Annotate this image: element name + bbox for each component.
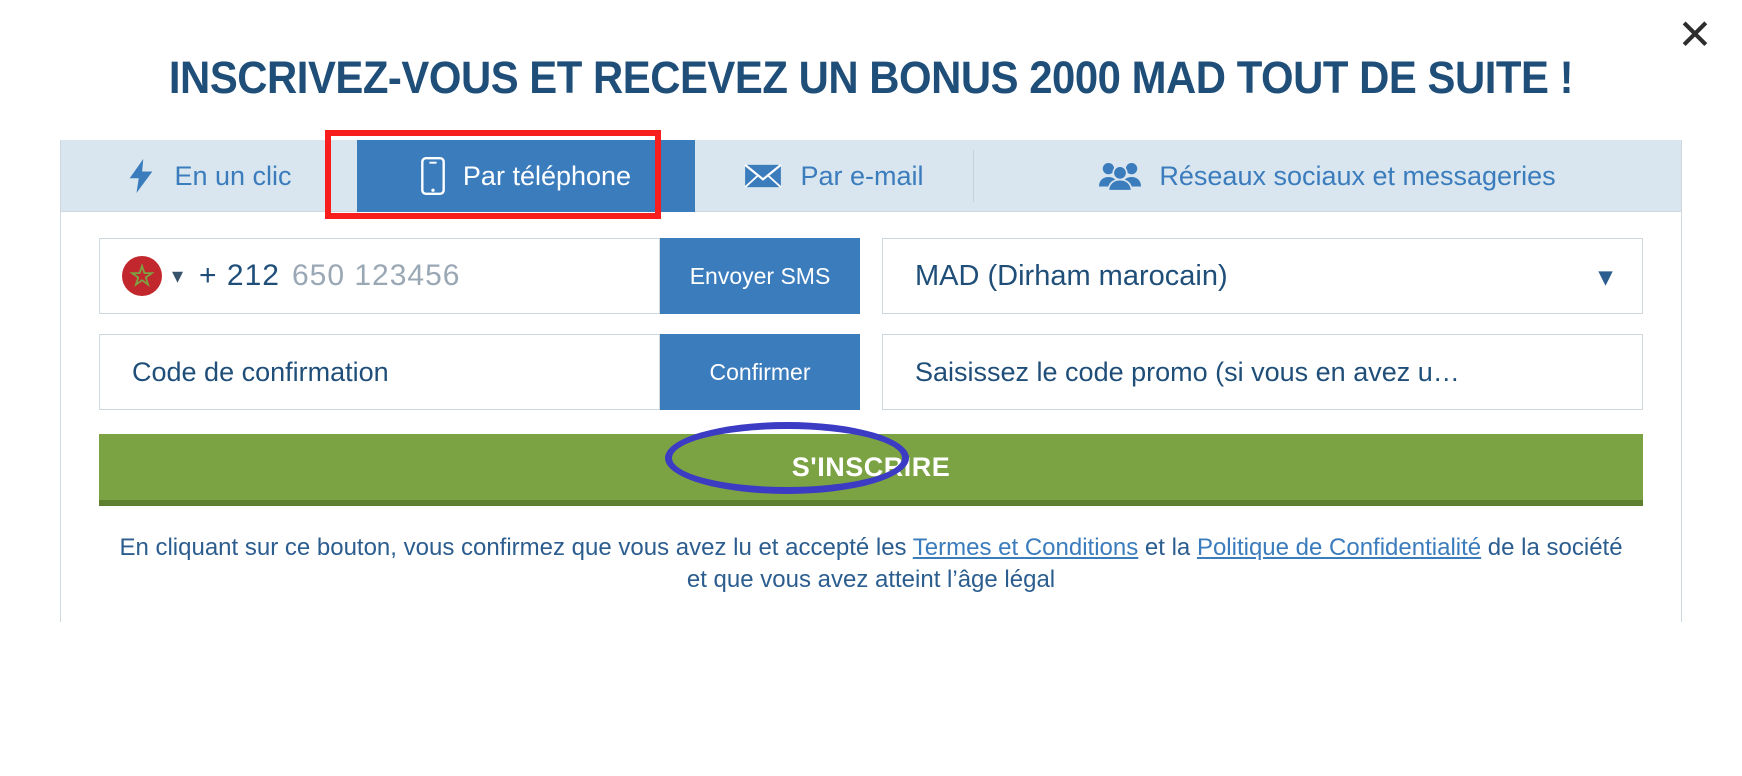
chevron-down-icon[interactable]: ▾ [1599, 263, 1612, 289]
morocco-flag-icon [122, 256, 162, 296]
confirmation-code-placeholder: Code de confirmation [132, 356, 389, 387]
promo-group: Saisissez le code promo (si vous en avez… [882, 334, 1643, 410]
register-button[interactable]: S'INSCRIRE [99, 434, 1643, 506]
registration-form: ▾ + 212 650 123456 Envoyer SMS MAD (Dirh… [61, 212, 1681, 410]
terms-and-conditions-link[interactable]: Termes et Conditions [913, 534, 1138, 561]
tab-one-click[interactable]: En un clic [61, 140, 357, 212]
tab-by-email-label: Par e-mail [800, 160, 924, 191]
confirm-button[interactable]: Confirmer [660, 334, 860, 410]
page-title: INSCRIVEZ-VOUS ET RECEVEZ UN BONUS 2000 … [168, 52, 1574, 103]
submit-area: S'INSCRIRE [61, 422, 1681, 506]
country-chevron-down-icon[interactable]: ▾ [172, 265, 183, 287]
phone-dial-code: + 212 [199, 259, 280, 292]
envelope-icon [744, 162, 783, 190]
legal-footer: En cliquant sur ce bouton, vous confirme… [61, 506, 1681, 622]
promo-code-input[interactable]: Saisissez le code promo (si vous en avez… [882, 334, 1643, 410]
lightning-bolt-icon [126, 159, 156, 193]
tab-by-phone-label: Par téléphone [462, 160, 632, 191]
people-group-icon [1099, 161, 1142, 191]
tab-by-phone[interactable]: Par téléphone [357, 140, 695, 212]
phone-placeholder: 650 123456 [291, 259, 461, 292]
send-sms-button[interactable]: Envoyer SMS [660, 238, 860, 314]
currency-select[interactable]: MAD (Dirham marocain) ▾ [882, 238, 1643, 314]
confirmation-code-input[interactable]: Code de confirmation [99, 334, 660, 410]
currency-group: MAD (Dirham marocain) ▾ [882, 238, 1643, 314]
tab-one-click-label: En un clic [174, 160, 292, 191]
promo-code-placeholder: Saisissez le code promo (si vous en avez… [915, 356, 1460, 387]
mobile-phone-icon [421, 157, 445, 195]
tab-social-networks-label: Réseaux sociaux et messageries [1159, 160, 1556, 191]
tab-social-networks[interactable]: Réseaux sociaux et messageries [974, 140, 1681, 212]
legal-text-before: En cliquant sur ce bouton, vous confirme… [119, 534, 913, 561]
phone-input[interactable]: ▾ + 212 650 123456 [99, 238, 660, 314]
form-row-code: Code de confirmation Confirmer Saisissez… [99, 334, 1643, 410]
legal-text-middle: et la [1138, 534, 1197, 561]
registration-modal: En un clic Par téléphone Par e-mail Rése… [60, 140, 1682, 622]
privacy-policy-link[interactable]: Politique de Confidentialité [1197, 534, 1481, 561]
form-row-phone: ▾ + 212 650 123456 Envoyer SMS MAD (Dirh… [99, 238, 1643, 314]
registration-method-tabs: En un clic Par téléphone Par e-mail Rése… [61, 140, 1681, 212]
signup-modal-page: ✕ INSCRIVEZ-VOUS ET RECEVEZ UN BONUS 200… [0, 0, 1742, 776]
tab-by-email[interactable]: Par e-mail [695, 140, 973, 212]
phone-group: ▾ + 212 650 123456 Envoyer SMS [99, 238, 860, 314]
currency-selected-value: MAD (Dirham marocain) [915, 259, 1228, 292]
confirmation-group: Code de confirmation Confirmer [99, 334, 860, 410]
